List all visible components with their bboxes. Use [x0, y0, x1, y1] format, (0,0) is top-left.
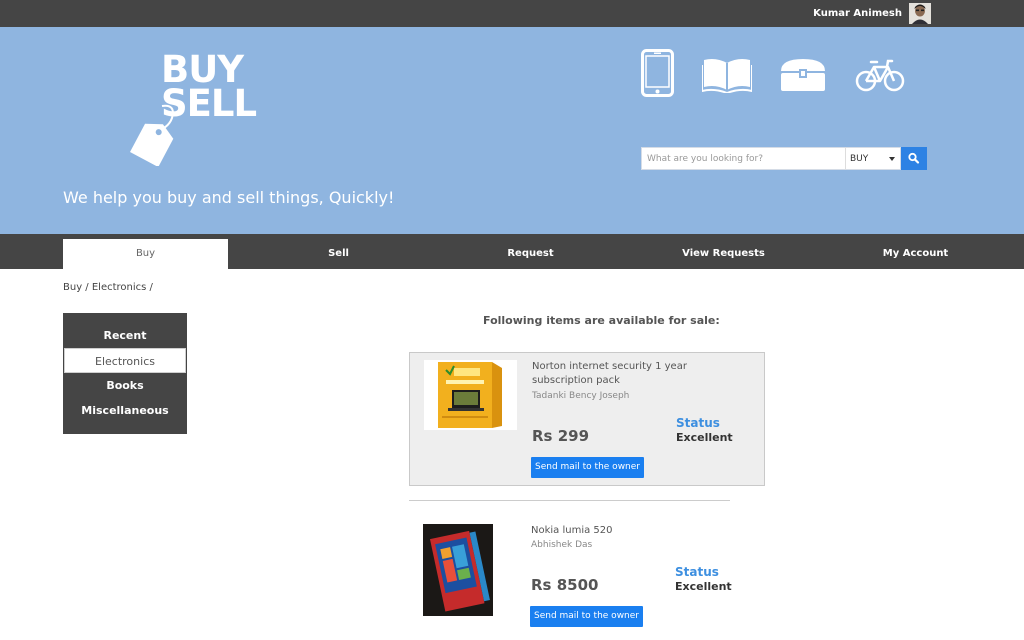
chevron-down-icon [889, 157, 895, 161]
item-divider [409, 500, 730, 501]
book-icon[interactable] [702, 57, 752, 93]
item-price: Rs 8500 [531, 576, 599, 594]
search-button[interactable] [901, 147, 927, 170]
user-name[interactable]: Kumar Animesh [813, 8, 902, 19]
hero-header: BUY SELL We help you buy and sell things… [0, 27, 1024, 234]
item-owner: Abhishek Das [531, 540, 593, 550]
listing-heading: Following items are available for sale: [483, 314, 720, 327]
tagline: We help you buy and sell things, Quickly… [63, 188, 395, 207]
listing-item[interactable]: Nokia lumia 520 Abhishek Das Rs 8500 Sta… [409, 502, 765, 636]
avatar[interactable] [909, 3, 931, 24]
bicycle-icon[interactable] [855, 57, 905, 93]
tab-request[interactable]: Request [448, 234, 613, 269]
chest-icon[interactable] [778, 57, 828, 93]
status-label: Status [675, 565, 719, 579]
search-mode-select[interactable]: BUY [845, 147, 901, 170]
category-menu: Recent Electronics Books Miscellaneous [63, 313, 187, 434]
tab-buy[interactable]: Buy [63, 239, 228, 269]
top-user-bar: Kumar Animesh [0, 0, 1024, 27]
search-input[interactable]: What are you looking for? [641, 147, 846, 170]
category-item-books[interactable]: Books [63, 373, 187, 398]
status-label: Status [676, 416, 720, 430]
listing-item[interactable]: Norton internet security 1 year subscrip… [409, 352, 765, 486]
search-icon [908, 152, 920, 164]
search-mode-value: BUY [850, 154, 869, 164]
item-title[interactable]: Nokia lumia 520 [531, 524, 691, 538]
breadcrumb[interactable]: Buy / Electronics / [63, 282, 153, 293]
tab-my-account[interactable]: My Account [833, 234, 998, 269]
tab-sell[interactable]: Sell [256, 234, 421, 269]
tab-view-requests[interactable]: View Requests [641, 234, 806, 269]
price-tag-icon [130, 104, 174, 166]
status-value: Excellent [676, 431, 733, 444]
product-image[interactable] [424, 360, 517, 430]
item-title[interactable]: Norton internet security 1 year subscrip… [532, 360, 692, 388]
send-mail-button[interactable]: Send mail to the owner [531, 457, 644, 478]
category-item-electronics[interactable]: Electronics [64, 348, 186, 373]
item-price: Rs 299 [532, 427, 590, 445]
item-owner: Tadanki Bency Joseph [532, 391, 630, 401]
send-mail-button[interactable]: Send mail to the owner [530, 606, 643, 627]
category-item-recent[interactable]: Recent [63, 323, 187, 348]
product-image[interactable] [423, 524, 493, 616]
phone-icon[interactable] [641, 49, 674, 97]
category-item-miscellaneous[interactable]: Miscellaneous [63, 398, 187, 423]
status-value: Excellent [675, 580, 732, 593]
main-nav: Buy Sell Request View Requests My Accoun… [0, 234, 1024, 269]
